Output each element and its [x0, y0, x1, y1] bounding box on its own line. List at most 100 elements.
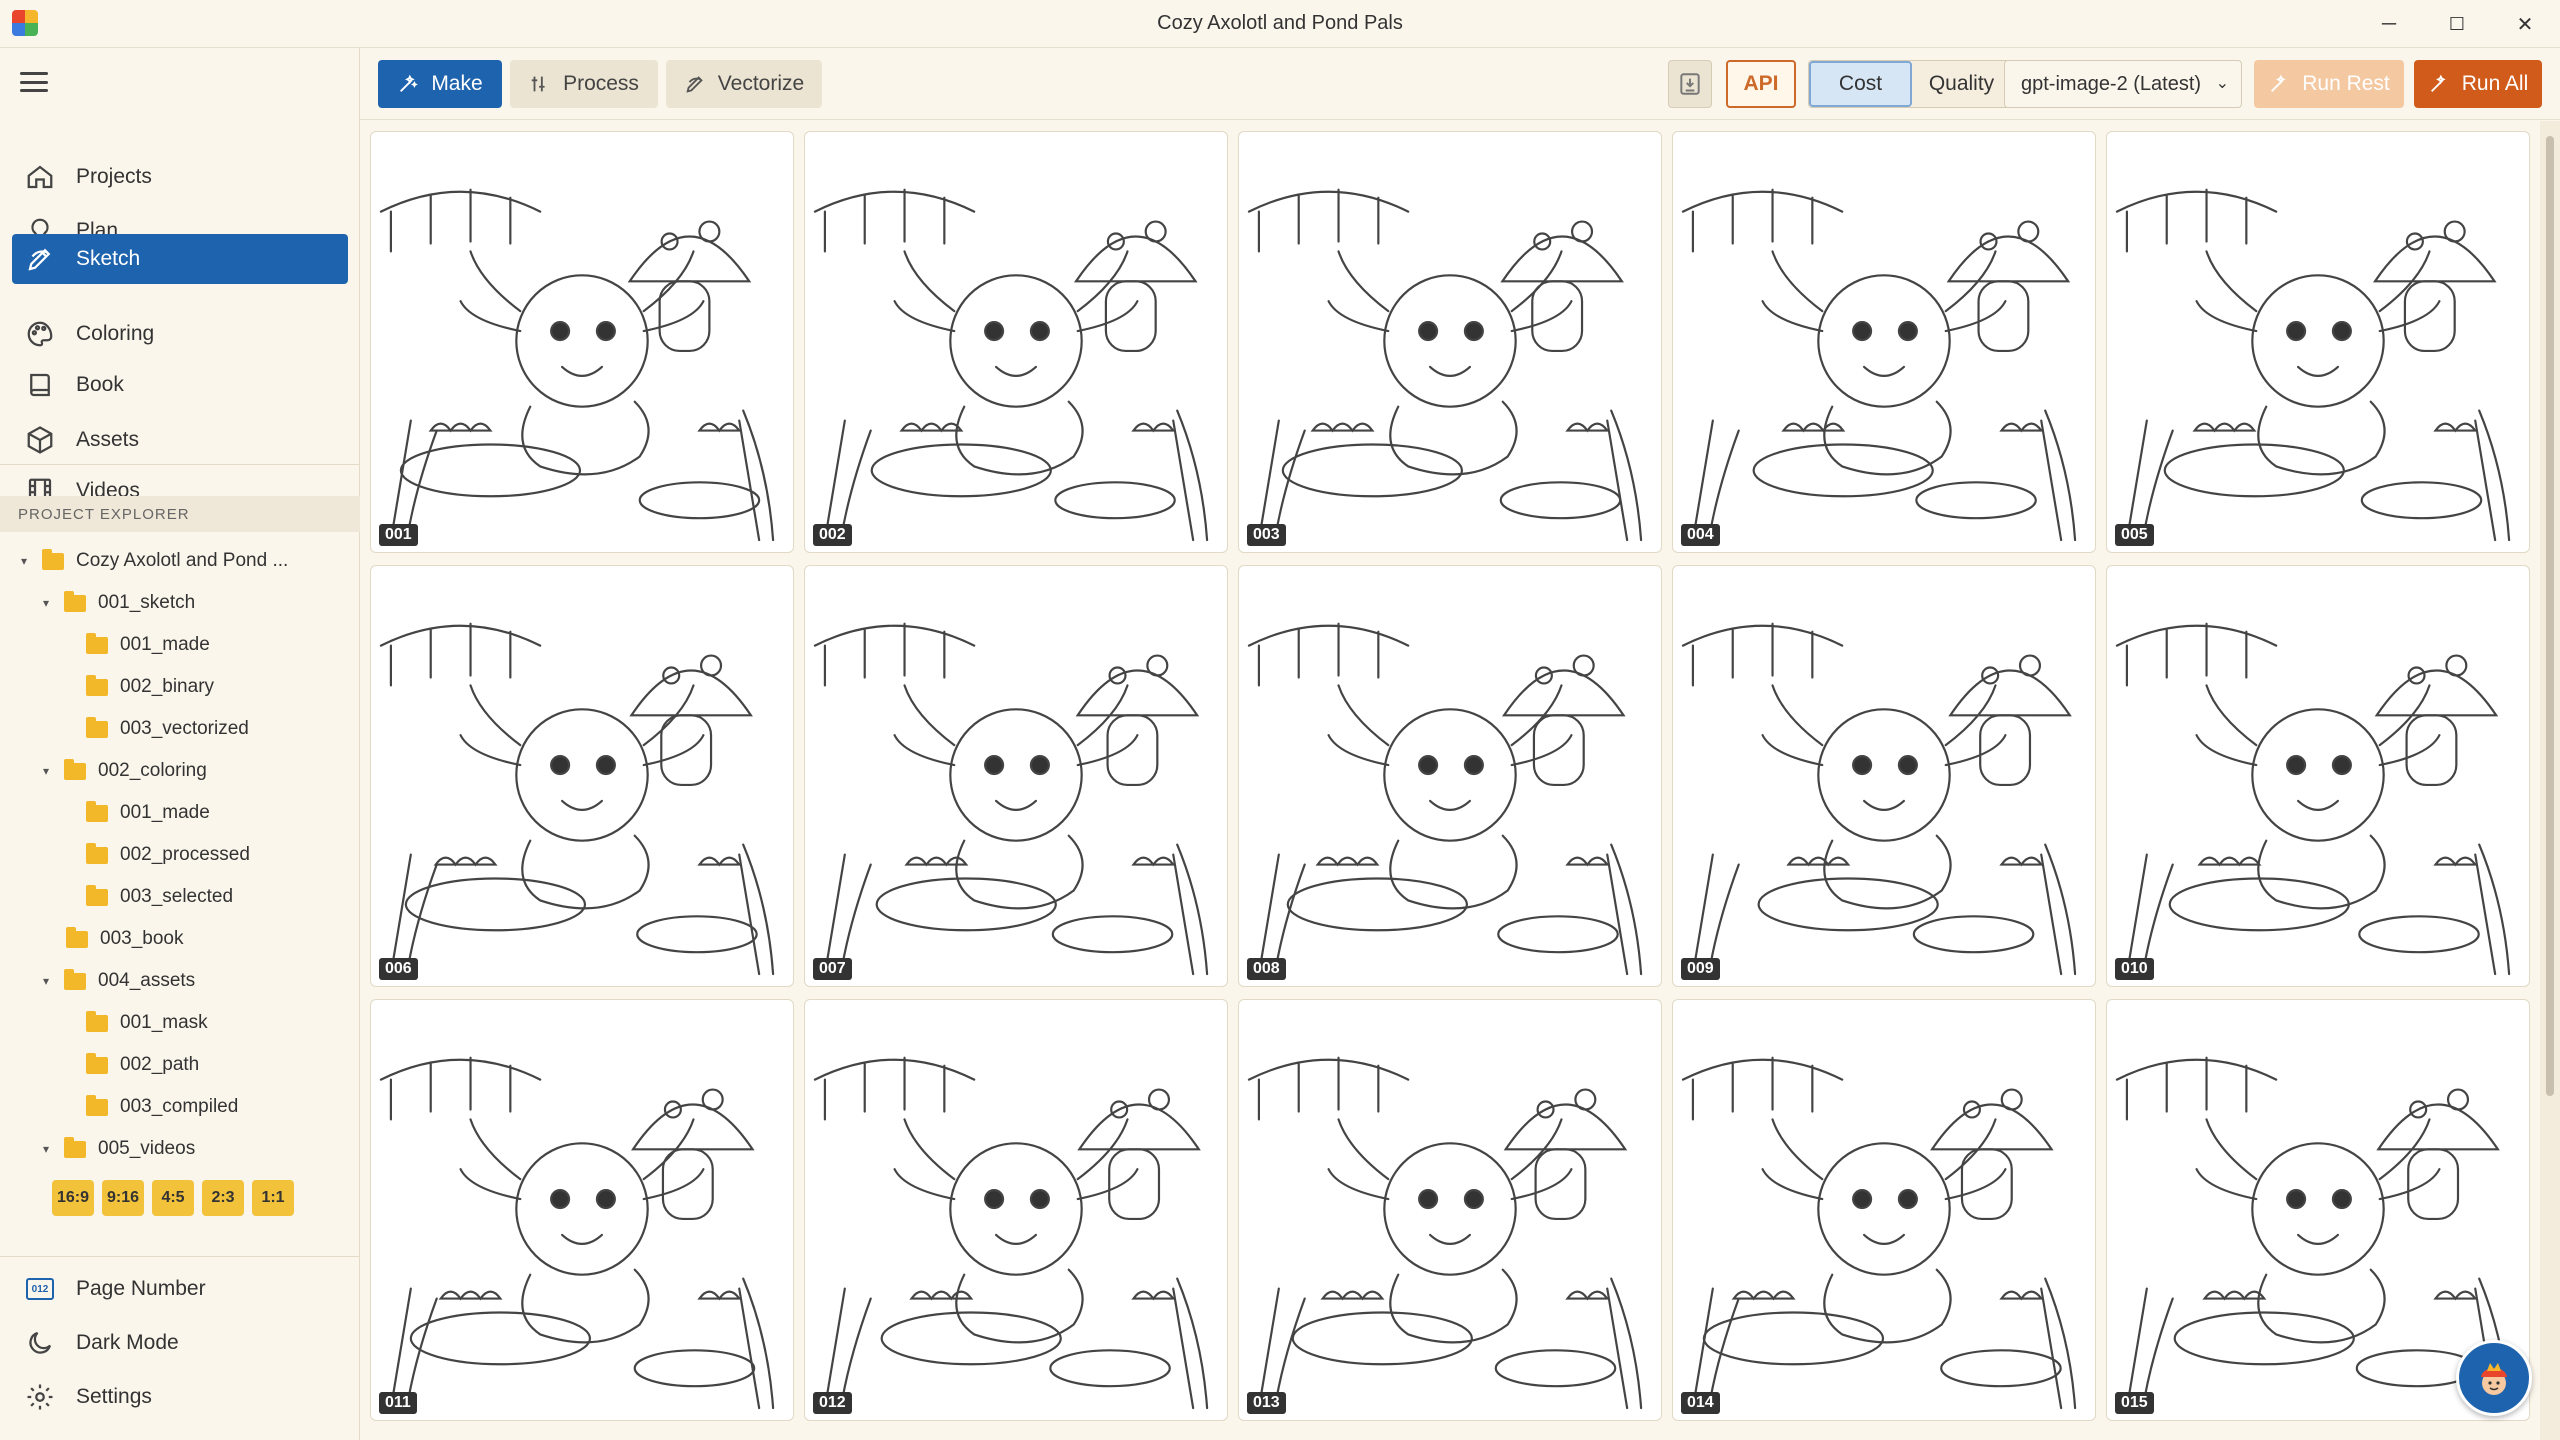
- page-number-label: 011: [379, 1392, 417, 1414]
- caret-down-icon[interactable]: ▾: [36, 974, 56, 988]
- tree-item-label: 005_videos: [98, 1138, 196, 1159]
- run-rest-button[interactable]: Run Rest: [2254, 60, 2404, 108]
- tree-item-001-mask[interactable]: 001_mask: [86, 1006, 208, 1040]
- sparkles-icon: [2271, 74, 2286, 92]
- tree-item-label: 003_selected: [120, 886, 234, 907]
- scrollbar-thumb[interactable]: [2546, 136, 2554, 1096]
- ratio-9-16-button[interactable]: 9:16: [102, 1180, 144, 1216]
- assistant-avatar-button[interactable]: [2456, 1340, 2532, 1416]
- ratio-1-1-button[interactable]: 1:1: [252, 1180, 294, 1216]
- tree-item-label: 003_compiled: [120, 1096, 239, 1117]
- pen-tool-icon: [686, 76, 703, 93]
- folder-icon: [64, 758, 86, 780]
- nav-item-projects[interactable]: Projects: [12, 152, 348, 202]
- tree-item-004-assets[interactable]: ▾ 004_assets: [36, 964, 195, 998]
- process-button[interactable]: Process: [510, 60, 658, 108]
- sketch-card[interactable]: 009: [1672, 565, 2096, 987]
- nav-item-sketch[interactable]: Sketch: [12, 234, 348, 284]
- tree-item-003-selected[interactable]: 003_selected: [86, 880, 233, 914]
- caret-down-icon[interactable]: ▾: [36, 596, 56, 610]
- ratio-4-5-button[interactable]: 4:5: [152, 1180, 194, 1216]
- sketch-illustration: [813, 622, 1209, 976]
- palette-icon: [22, 316, 58, 352]
- sketch-card[interactable]: 001: [370, 131, 794, 553]
- tree-item-label: 001_made: [120, 802, 210, 823]
- folder-icon: [86, 884, 108, 906]
- nav-item-book[interactable]: Book: [12, 360, 348, 410]
- sketch-card[interactable]: 014: [1672, 999, 2096, 1421]
- tree-item-label: 001_mask: [120, 1012, 208, 1033]
- sketch-card[interactable]: 002: [804, 131, 1228, 553]
- vectorize-button[interactable]: Vectorize: [666, 60, 822, 108]
- sketch-card[interactable]: 007: [804, 565, 1228, 987]
- tree-item-001-made[interactable]: 001_made: [86, 628, 210, 662]
- sketch-card[interactable]: 011: [370, 999, 794, 1421]
- sketch-card[interactable]: 013: [1238, 999, 1662, 1421]
- moon-icon: [22, 1325, 58, 1361]
- vectorize-label: Vectorize: [717, 72, 805, 95]
- caret-down-icon[interactable]: ▾: [36, 764, 56, 778]
- api-button[interactable]: API: [1726, 60, 1796, 108]
- tree-item-project-root[interactable]: ▾ Cozy Axolotl and Pond ...: [14, 544, 288, 578]
- nav-item-settings[interactable]: Settings: [12, 1372, 348, 1422]
- divider: [0, 464, 360, 465]
- page-number-label: 009: [1681, 958, 1720, 980]
- page-number-label: 005: [2115, 524, 2154, 546]
- tree-item-003-compiled[interactable]: 003_compiled: [86, 1090, 238, 1124]
- model-select[interactable]: gpt-image-2 (Latest) ⌄: [2004, 60, 2242, 108]
- quality-toggle[interactable]: Quality: [1912, 61, 2011, 107]
- nav-label: Settings: [76, 1385, 152, 1408]
- tree-item-label: 001_made: [120, 634, 210, 655]
- nav-item-dark-mode[interactable]: Dark Mode: [12, 1318, 348, 1368]
- tree-item-label: 003_vectorized: [120, 718, 249, 739]
- sidebar: Projects Plan Sketch Coloring Book Asset…: [0, 48, 360, 1440]
- tree-item-002-path[interactable]: 002_path: [86, 1048, 199, 1082]
- gear-icon: [22, 1379, 58, 1415]
- page-number-label: 012: [813, 1392, 852, 1414]
- sketch-card[interactable]: 012: [804, 999, 1228, 1421]
- tree-item-001-made[interactable]: 001_made: [86, 796, 210, 830]
- model-select-value: gpt-image-2 (Latest): [2021, 72, 2202, 95]
- sketch-card[interactable]: 010: [2106, 565, 2530, 987]
- tree-item-002-binary[interactable]: 002_binary: [86, 670, 214, 704]
- tree-item-label: 002_coloring: [98, 760, 207, 781]
- folder-icon: [86, 800, 108, 822]
- sketch-illustration: [1681, 622, 2077, 976]
- sketch-card[interactable]: 004: [1672, 131, 2096, 553]
- download-button[interactable]: [1668, 60, 1712, 108]
- ratio-16-9-button[interactable]: 16:9: [52, 1180, 94, 1216]
- toolbar: Make Process Vectorize API Cost Quality …: [360, 48, 2560, 120]
- sketch-illustration: [1681, 1056, 2077, 1410]
- sketch-card[interactable]: 008: [1238, 565, 1662, 987]
- nav-item-coloring[interactable]: Coloring: [12, 309, 348, 359]
- page-number-label: 006: [379, 958, 418, 980]
- tree-item-002-coloring[interactable]: ▾ 002_coloring: [36, 754, 207, 788]
- nav-item-page-number[interactable]: 012 Page Number: [12, 1264, 348, 1314]
- maximize-button[interactable]: ☐: [2434, 8, 2480, 40]
- caret-down-icon[interactable]: ▾: [36, 1142, 56, 1156]
- book-icon: [22, 367, 58, 403]
- close-button[interactable]: ✕: [2502, 8, 2548, 40]
- cost-toggle[interactable]: Cost: [1809, 61, 1912, 107]
- nav-item-assets[interactable]: Assets: [12, 415, 348, 465]
- run-all-label: Run All: [2461, 72, 2529, 95]
- folder-icon: [66, 926, 88, 948]
- sketch-card[interactable]: 003: [1238, 131, 1662, 553]
- folder-icon: [86, 1094, 108, 1116]
- make-button[interactable]: Make: [378, 60, 502, 108]
- sketch-card[interactable]: 005: [2106, 131, 2530, 553]
- tree-item-005-videos[interactable]: ▾ 005_videos: [36, 1132, 195, 1166]
- minimize-button[interactable]: ─: [2366, 8, 2412, 40]
- sketch-card[interactable]: 006: [370, 565, 794, 987]
- tree-item-003-book[interactable]: 003_book: [66, 922, 183, 956]
- tree-item-003-vectorized[interactable]: 003_vectorized: [86, 712, 249, 746]
- nav-label: Sketch: [76, 247, 141, 270]
- tree-item-001-sketch[interactable]: ▾ 001_sketch: [36, 586, 195, 620]
- ratio-2-3-button[interactable]: 2:3: [202, 1180, 244, 1216]
- tree-item-label: 003_book: [100, 928, 184, 949]
- project-explorer-header: PROJECT EXPLORER: [0, 496, 360, 532]
- hamburger-menu-icon[interactable]: [18, 68, 50, 96]
- tree-item-002-processed[interactable]: 002_processed: [86, 838, 250, 872]
- caret-down-icon[interactable]: ▾: [14, 554, 34, 568]
- run-all-button[interactable]: Run All: [2414, 60, 2542, 108]
